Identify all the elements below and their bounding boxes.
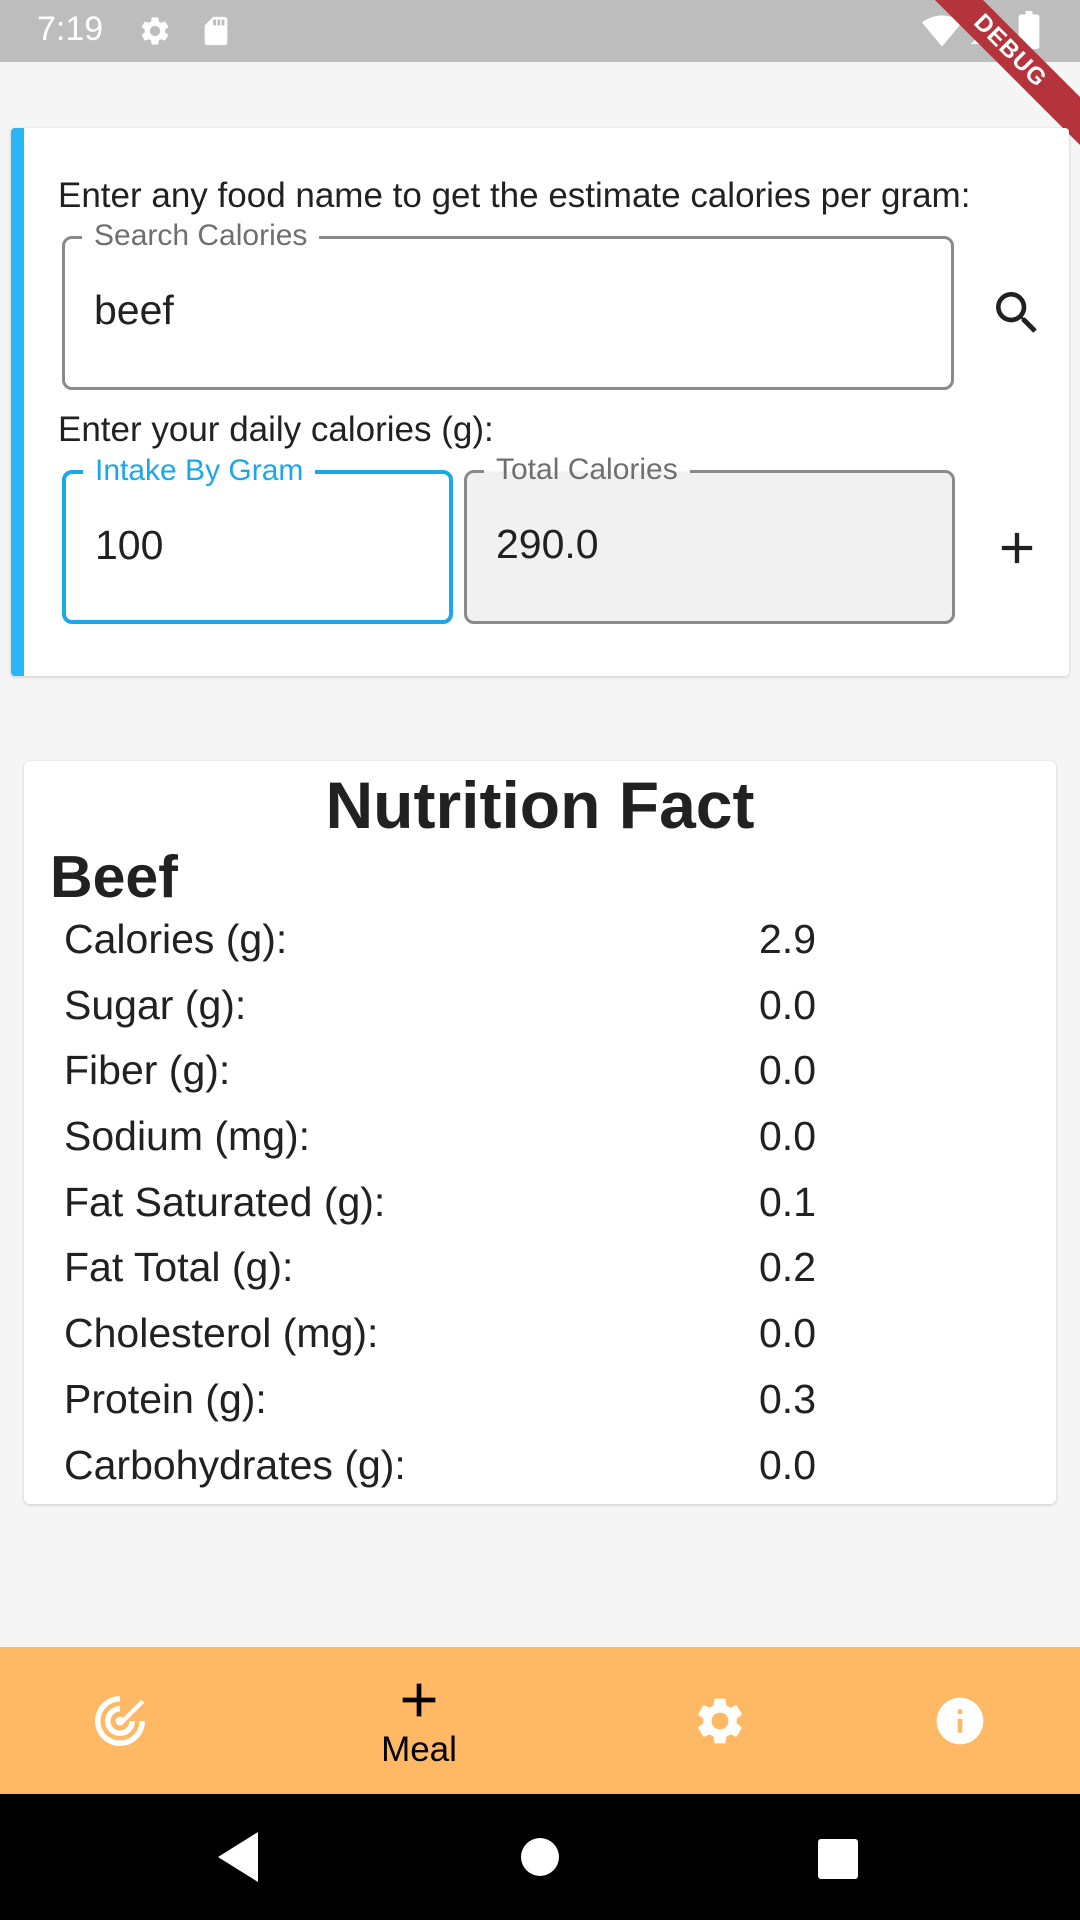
nutrition-value: 0.2 [759,1244,816,1291]
plus-icon [1001,532,1033,564]
nutrition-value: 2.9 [759,916,816,962]
nutrition-row: Sodium (mg): 0.0 [64,1105,1024,1171]
nutrition-fact-card: Nutrition Fact Beef Calories (g): 2.9 Su… [24,761,1056,1504]
sd-card-icon [201,14,231,53]
nutrition-label: Sugar (g): [64,981,247,1028]
intake-by-gram-value: 100 [95,522,164,568]
nutrition-value: 0.0 [759,981,816,1028]
gear-icon [138,14,172,53]
intake-by-gram-field[interactable]: Intake By Gram 100 [62,454,453,624]
recents-icon[interactable] [816,1827,860,1892]
nutrition-label: Calories (g): [64,916,288,962]
nutrition-label: Fat Total (g): [64,1244,294,1291]
search-button[interactable] [982,278,1052,348]
status-time: 7:19 [37,10,104,48]
nutrition-value: 0.1 [759,1178,816,1225]
total-calories-label: Total Calories [484,453,690,487]
food-prompt: Enter any food name to get the estimate … [58,176,971,215]
nutrition-label: Carbohydrates (g): [64,1441,406,1488]
bottom-navigation: Meal [0,1647,1080,1794]
gear-icon [698,1698,742,1743]
search-icon [996,292,1037,333]
nutrition-row: Fiber (g): 0.0 [64,1039,1024,1105]
app-screen: 7:19 DEBUG Enter any food name to get th… [0,0,1080,1920]
add-meal-button[interactable] [982,513,1052,583]
nutrition-value: 0.0 [759,1441,816,1488]
search-calories-label: Search Calories [82,219,320,253]
food-name: Beef [50,844,178,910]
nutrition-row: Calories (g): 2.9 [64,908,1024,974]
nutrition-row: Carbohydrates (g): 0.0 [64,1434,1024,1500]
search-calories-field[interactable]: Search Calories beef [62,219,954,390]
nutrition-value: 0.0 [759,1047,816,1094]
nutrition-label: Sodium (mg): [64,1113,311,1160]
status-bar: 7:19 [0,0,1080,62]
intake-by-gram-label: Intake By Gram [83,454,316,488]
home-icon[interactable] [520,1827,560,1892]
nav-settings[interactable] [660,1647,780,1794]
signal-icon [968,13,1002,52]
total-calories-field: Total Calories 290.0 [464,453,955,624]
nav-info[interactable] [900,1647,1020,1794]
nutrition-row: Cholesterol (mg): 0.0 [64,1302,1024,1368]
nutrition-value: 0.0 [759,1310,816,1357]
info-icon [936,1697,984,1744]
back-icon[interactable] [213,1827,263,1892]
dashboard-icon [95,1695,145,1746]
nutrition-table: Calories (g): 2.9 Sugar (g): 0.0 Fiber (… [64,908,1024,1499]
nutrition-label: Fat Saturated (g): [64,1178,386,1225]
nutrition-row: Fat Saturated (g): 0.1 [64,1171,1024,1237]
nutrition-row: Sugar (g): 0.0 [64,974,1024,1040]
nutrition-value: 0.0 [759,1113,816,1160]
nutrition-row: Fat Total (g): 0.2 [64,1236,1024,1302]
nav-meal[interactable]: Meal [359,1647,479,1794]
nav-meal-label: Meal [381,1729,457,1769]
plus-icon [402,1683,436,1716]
nutrition-title: Nutrition Fact [325,768,755,842]
nutrition-label: Cholesterol (mg): [64,1310,379,1357]
nutrition-value: 0.3 [759,1375,816,1422]
search-calories-value: beef [94,287,174,333]
nutrition-label: Fiber (g): [64,1047,231,1094]
nav-dashboard[interactable] [60,1647,180,1794]
total-calories-value: 290.0 [496,521,599,567]
system-navigation-bar [0,1794,1080,1920]
nutrition-row: Protein (g): 0.3 [64,1368,1024,1434]
calorie-input-card: Enter any food name to get the estimate … [11,128,1069,676]
daily-calories-prompt: Enter your daily calories (g): [58,410,494,449]
battery-icon [1018,11,1040,54]
wifi-icon [922,13,962,52]
nutrition-label: Protein (g): [64,1375,267,1422]
